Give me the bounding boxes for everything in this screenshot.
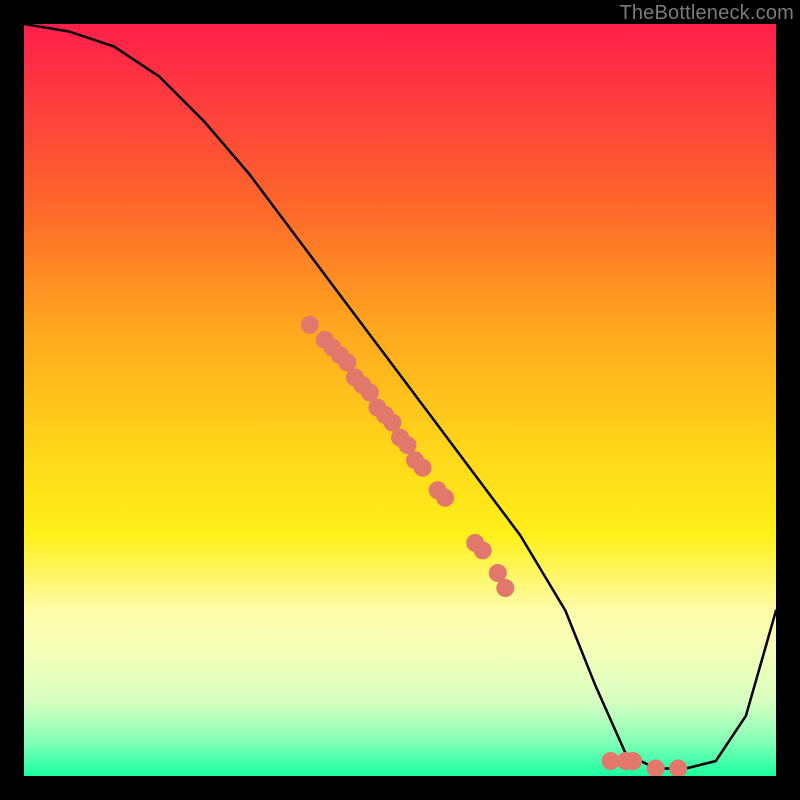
scatter-point [301,316,319,334]
scatter-point [474,541,492,559]
scatter-point [436,489,454,507]
chart-scatter-points [301,316,687,776]
scatter-point [669,760,687,777]
watermark-label: TheBottleneck.com [619,2,794,25]
chart-plot-area [24,24,776,776]
scatter-point [414,459,432,477]
scatter-point [647,760,665,777]
chart-curve [24,24,776,769]
chart-stage: TheBottleneck.com [0,0,800,800]
scatter-point [624,752,642,770]
chart-svg [24,24,776,776]
scatter-point [496,579,514,597]
